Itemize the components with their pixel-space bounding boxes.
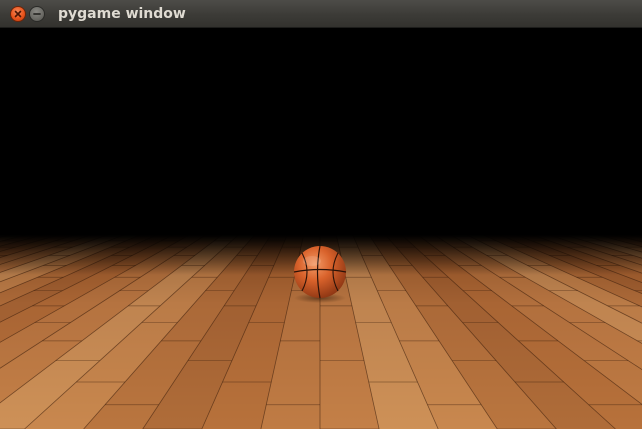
game-canvas[interactable] bbox=[0, 28, 642, 429]
court-scene bbox=[0, 28, 642, 429]
minimize-button[interactable] bbox=[29, 6, 45, 22]
close-button[interactable] bbox=[10, 6, 26, 22]
close-icon bbox=[14, 10, 22, 18]
minimize-icon bbox=[33, 13, 41, 15]
basketball-icon[interactable] bbox=[293, 245, 347, 299]
pygame-window: pygame window bbox=[0, 0, 642, 429]
window-title: pygame window bbox=[58, 6, 186, 22]
title-bar[interactable]: pygame window bbox=[0, 0, 642, 28]
